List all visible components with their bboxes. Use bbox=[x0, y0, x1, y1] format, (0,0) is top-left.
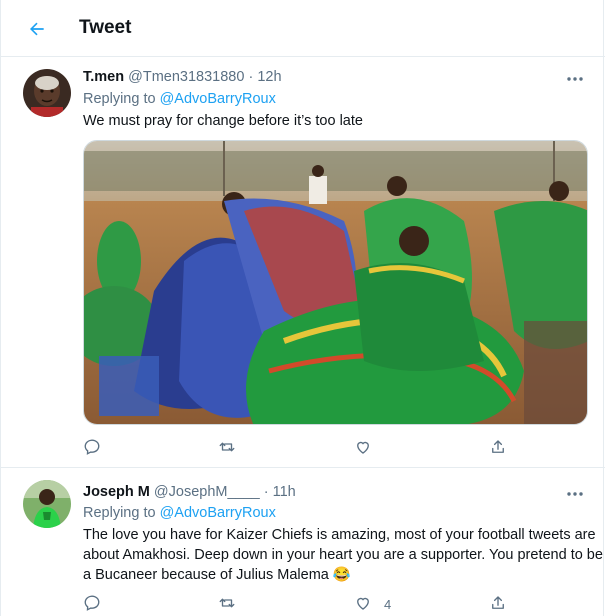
tweet-thread-column: Tweet T.men @Tmen31831880 · 12h Replying bbox=[0, 0, 605, 616]
replying-prefix: Replying to bbox=[83, 505, 160, 521]
retweet-icon bbox=[218, 594, 236, 615]
share-button[interactable] bbox=[489, 438, 519, 458]
replying-to: Replying to @AdvoBarryRoux bbox=[83, 505, 276, 521]
more-icon[interactable] bbox=[563, 71, 587, 87]
replying-to: Replying to @AdvoBarryRoux bbox=[83, 91, 276, 107]
reply-button[interactable] bbox=[83, 438, 113, 458]
avatar[interactable] bbox=[23, 69, 71, 117]
tweet-actions: 4 bbox=[83, 594, 533, 614]
timestamp[interactable]: 11h bbox=[273, 484, 296, 500]
replying-to-link[interactable]: @AdvoBarryRoux bbox=[160, 505, 276, 521]
separator: · bbox=[248, 69, 254, 85]
replying-prefix: Replying to bbox=[83, 91, 160, 107]
separator: · bbox=[263, 484, 269, 500]
back-arrow-icon[interactable] bbox=[23, 15, 51, 43]
display-name[interactable]: Joseph M bbox=[83, 484, 150, 500]
tweet-joseph-m[interactable]: Joseph M @JosephM____ · 11h Replying to … bbox=[1, 468, 605, 616]
like-button[interactable] bbox=[354, 438, 384, 458]
like-icon bbox=[354, 438, 372, 459]
retweet-button[interactable] bbox=[218, 594, 248, 614]
share-icon bbox=[489, 438, 507, 459]
tweet-tmen[interactable]: T.men @Tmen31831880 · 12h Replying to @A… bbox=[1, 57, 605, 468]
tweet-text: We must pray for change before it’s too … bbox=[83, 113, 363, 129]
retweet-icon bbox=[218, 438, 236, 459]
reply-icon bbox=[83, 594, 101, 615]
handle[interactable]: @JosephM____ bbox=[154, 484, 260, 500]
retweet-button[interactable] bbox=[218, 438, 248, 458]
tweet-header: T.men @Tmen31831880 · 12h bbox=[83, 69, 282, 85]
share-button[interactable] bbox=[489, 594, 519, 614]
like-button[interactable]: 4 bbox=[354, 594, 391, 614]
display-name[interactable]: T.men bbox=[83, 69, 124, 85]
tweet-text: The love you have for Kaizer Chiefs is a… bbox=[83, 527, 603, 583]
like-count: 4 bbox=[384, 596, 392, 612]
tweet-photo[interactable] bbox=[83, 140, 588, 425]
page-title: Tweet bbox=[79, 17, 132, 38]
page-header: Tweet bbox=[1, 0, 605, 57]
reply-icon bbox=[83, 438, 101, 459]
share-icon bbox=[489, 594, 507, 615]
avatar[interactable] bbox=[23, 480, 71, 528]
tweet-actions bbox=[83, 438, 533, 458]
tweet-header: Joseph M @JosephM____ · 11h bbox=[83, 484, 296, 500]
replying-to-link[interactable]: @AdvoBarryRoux bbox=[160, 91, 276, 107]
more-icon[interactable] bbox=[563, 486, 587, 502]
handle[interactable]: @Tmen31831880 bbox=[128, 69, 244, 85]
timestamp[interactable]: 12h bbox=[257, 69, 281, 85]
like-icon bbox=[354, 594, 372, 615]
reply-button[interactable] bbox=[83, 594, 113, 614]
